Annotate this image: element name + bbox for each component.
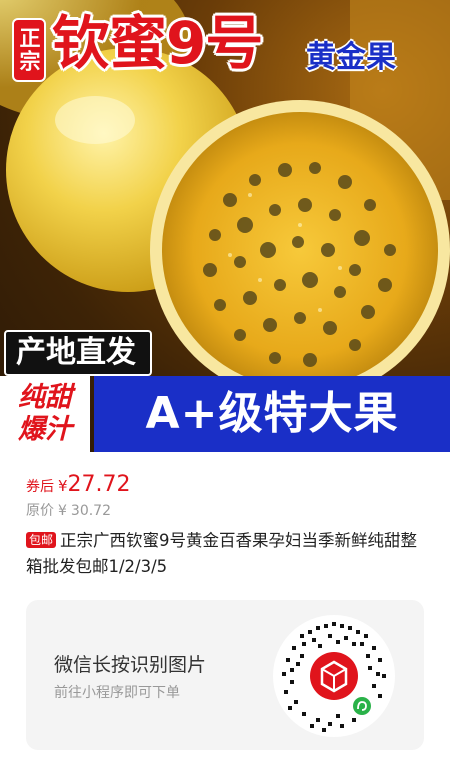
qr-instruction: 微信长按识别图片 xyxy=(54,654,207,676)
original-price-label: 原价 xyxy=(26,503,54,519)
product-title-text: 正宗广西钦蜜9号黄金百香果孕妇当季新鲜纯甜整箱批发包邮1/2/3/5 xyxy=(26,531,418,576)
sweet-label-line1: 纯甜 xyxy=(18,382,72,413)
sweet-juicy-label: 纯甜 爆汁 xyxy=(0,376,90,452)
product-variety-subtitle: 黄金果 xyxy=(306,40,396,75)
product-title: 包邮 正宗广西钦蜜9号黄金百香果孕妇当季新鲜纯甜整箱批发包邮1/2/3/5 xyxy=(26,528,426,580)
wechat-mini-program-icon xyxy=(353,697,371,715)
price-value: 27.72 xyxy=(67,472,131,497)
product-brand-title: 钦蜜9号 xyxy=(52,9,263,77)
product-hero-image: 正宗 钦蜜9号 黄金果 产地直发 纯甜 爆汁 A+级特大果 xyxy=(0,0,450,452)
coupon-price: 券后 ¥27.72 xyxy=(26,472,131,500)
original-price-value: 30.72 xyxy=(70,503,112,519)
mini-program-qr-code[interactable] xyxy=(272,614,396,738)
authentic-badge: 正宗 xyxy=(12,18,46,82)
free-shipping-badge: 包邮 xyxy=(26,532,57,548)
mini-program-qr-card[interactable]: 微信长按识别图片 前往小程序即可下单 xyxy=(26,600,424,750)
price-currency: ¥ xyxy=(58,477,68,495)
original-price-currency: ¥ xyxy=(58,503,67,519)
original-price: 原价 ¥30.72 xyxy=(26,500,115,520)
grade-banner: A+级特大果 xyxy=(94,376,450,452)
sweet-label-line2: 爆汁 xyxy=(18,414,72,445)
price-prefix: 券后 xyxy=(26,479,54,495)
origin-direct-tag: 产地直发 xyxy=(4,330,152,376)
qr-subtext: 前往小程序即可下单 xyxy=(54,685,180,701)
